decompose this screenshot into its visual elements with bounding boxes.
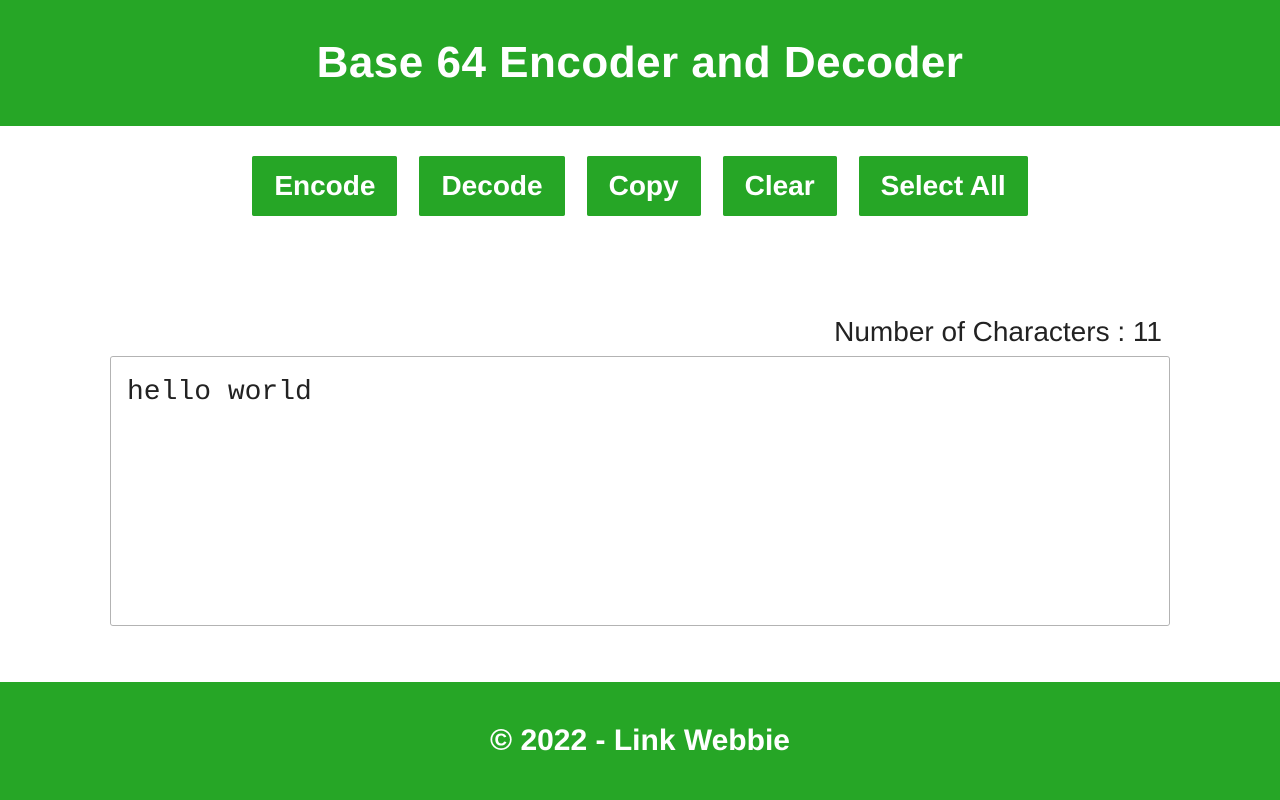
content-area: Number of Characters : 11 hello world: [110, 316, 1170, 631]
app-footer: © 2022 - Link Webbie: [0, 682, 1280, 800]
encode-button[interactable]: Encode: [252, 156, 397, 216]
footer-copyright: © 2022 - Link Webbie: [0, 724, 1280, 758]
char-count-row: Number of Characters : 11: [110, 316, 1170, 348]
toolbar: Encode Decode Copy Clear Select All: [252, 156, 1027, 216]
clear-button[interactable]: Clear: [723, 156, 837, 216]
copy-button[interactable]: Copy: [587, 156, 701, 216]
select-all-button[interactable]: Select All: [859, 156, 1028, 216]
char-count-value: 11: [1133, 316, 1162, 347]
main-content: Encode Decode Copy Clear Select All Numb…: [0, 126, 1280, 682]
decode-button[interactable]: Decode: [419, 156, 564, 216]
app-header: Base 64 Encoder and Decoder: [0, 0, 1280, 126]
char-count-label: Number of Characters :: [834, 316, 1133, 347]
page-title: Base 64 Encoder and Decoder: [0, 38, 1280, 88]
textarea-wrapper: hello world: [110, 356, 1170, 631]
text-input[interactable]: hello world: [110, 356, 1170, 626]
